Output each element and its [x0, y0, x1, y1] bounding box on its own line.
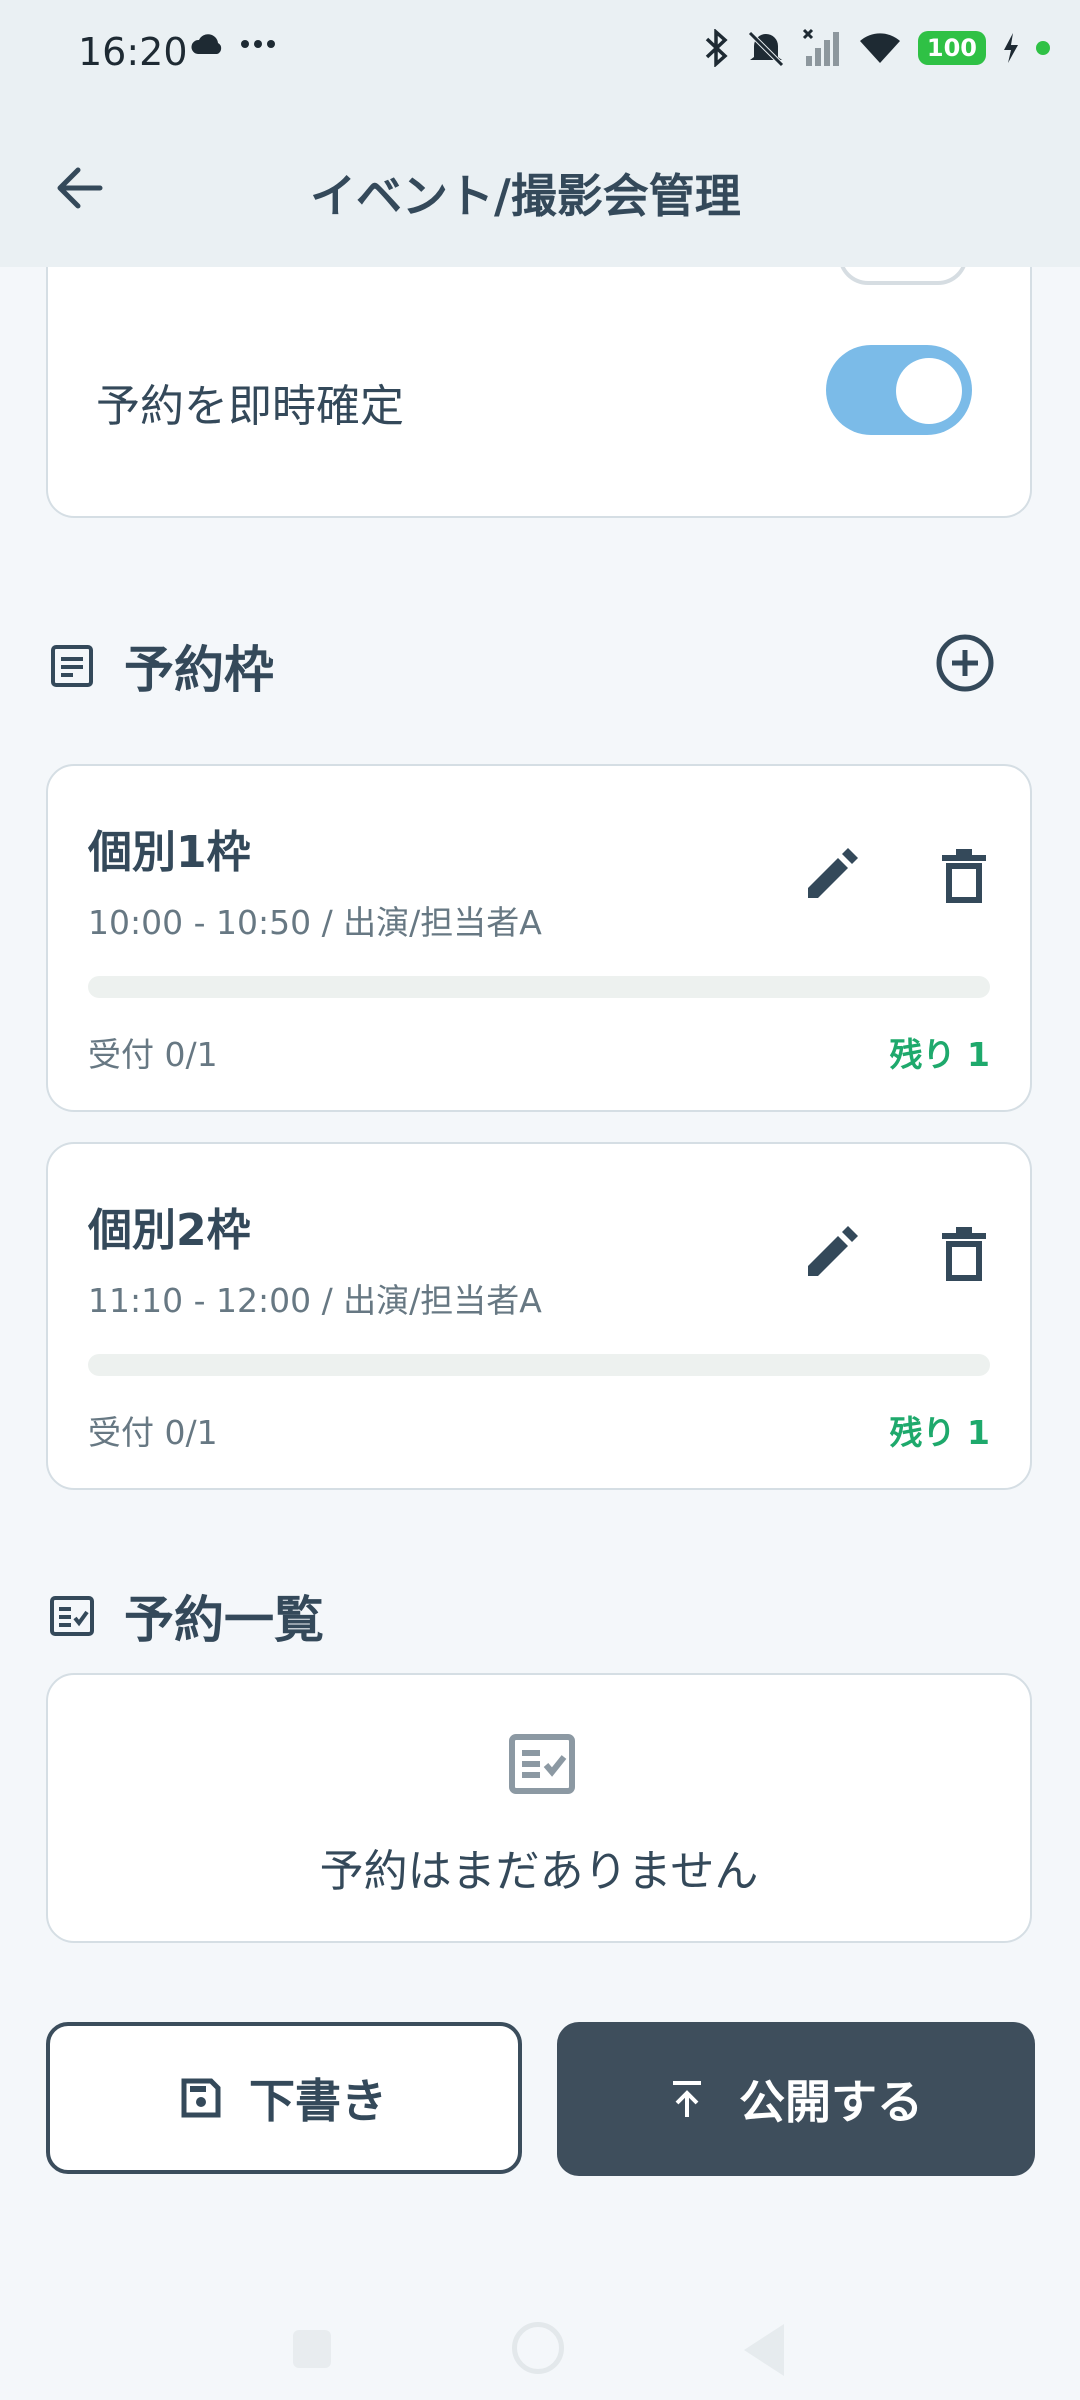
instant-confirm-toggle[interactable]: [826, 345, 972, 435]
slot-card: 個別1枠 10:00 - 10:50 / 出演/担当者A 受付 0/1 残り 1: [46, 764, 1032, 1112]
slot-progress-bar: [88, 976, 990, 998]
add-circle-icon: [936, 634, 994, 692]
cloud-icon: [191, 34, 222, 54]
delete-icon: [942, 849, 986, 903]
slot-card: 個別2枠 11:10 - 12:00 / 出演/担当者A 受付 0/1 残り 1: [46, 1142, 1032, 1490]
publish-button[interactable]: 公開する: [557, 2022, 1035, 2176]
signal-icon: [802, 28, 839, 66]
home-button[interactable]: [512, 2322, 564, 2374]
reservations-empty-card: 予約はまだありません: [46, 1673, 1032, 1943]
add-slot-button[interactable]: [934, 632, 996, 694]
checklist-icon: [509, 1734, 575, 1794]
instant-confirm-label: 予約を即時確定: [96, 381, 404, 432]
slot-remaining: 残り 1: [889, 1035, 990, 1074]
slots-section-title: 予約枠: [124, 641, 274, 699]
status-bar: 16:20 100: [0, 0, 1080, 105]
edit-slot-button[interactable]: [790, 836, 870, 916]
slot-progress-bar: [88, 1354, 990, 1376]
save-draft-button[interactable]: 下書き: [46, 2022, 522, 2174]
slot-remaining: 残り 1: [889, 1413, 990, 1452]
delete-icon: [942, 1227, 986, 1281]
reservations-section-header: 予約一覧: [48, 1580, 324, 1652]
slot-meta: 10:00 - 10:50 / 出演/担当者A: [88, 903, 542, 942]
delete-slot-button[interactable]: [924, 1214, 1004, 1294]
empty-reservations-text: 予約はまだありません: [319, 1846, 759, 1897]
checklist-icon: [50, 1596, 94, 1636]
edit-slot-button[interactable]: [790, 1214, 870, 1294]
system-back-button[interactable]: [744, 2324, 784, 2376]
slot-title: 個別2枠: [88, 1205, 251, 1256]
page-title: イベント/撮影会管理: [310, 169, 741, 223]
charging-icon: [1004, 33, 1018, 63]
back-button[interactable]: [48, 157, 110, 219]
app-bar: イベント/撮影会管理: [0, 105, 1080, 267]
notification-dot: [1036, 41, 1050, 55]
system-nav-bar: [0, 2300, 1080, 2400]
delete-slot-button[interactable]: [924, 836, 1004, 916]
toggle-knob: [896, 358, 962, 424]
bluetooth-icon: [705, 29, 728, 67]
upload-icon: [673, 2081, 701, 2117]
mute-icon: [748, 31, 784, 67]
status-time: 16:20: [78, 30, 188, 74]
back-arrow-icon: [57, 167, 103, 209]
battery-level: 100: [917, 31, 986, 65]
slot-title: 個別1枠: [88, 827, 251, 878]
edit-icon: [808, 848, 858, 898]
save-icon: [181, 2078, 221, 2118]
publish-label: 公開する: [739, 2075, 923, 2129]
slot-meta: 11:10 - 12:00 / 出演/担当者A: [88, 1281, 542, 1320]
save-draft-label: 下書き: [249, 2074, 387, 2128]
note-icon: [51, 645, 93, 687]
slots-section-header: 予約枠: [48, 630, 274, 702]
wifi-icon: [859, 33, 900, 63]
more-icon: [241, 40, 275, 48]
slot-count: 受付 0/1: [88, 1413, 218, 1452]
recents-button[interactable]: [293, 2330, 331, 2368]
reservations-section-title: 予約一覧: [124, 1591, 324, 1649]
edit-icon: [808, 1226, 858, 1276]
slot-count: 受付 0/1: [88, 1035, 218, 1074]
